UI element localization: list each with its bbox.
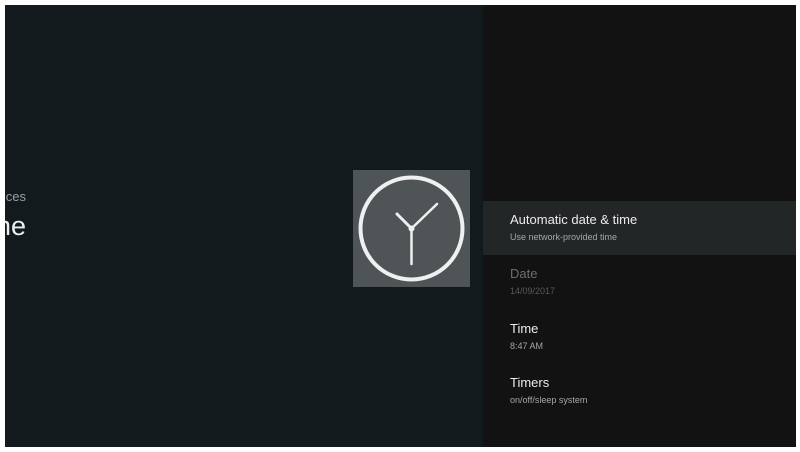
list-item-subtitle: 14/09/2017: [510, 286, 556, 296]
list-item-automatic-date-time[interactable]: Automatic date & time Use network-provid…: [483, 201, 796, 255]
list-item-timers[interactable]: Timers on/off/sleep system: [483, 364, 796, 418]
header-pane: Preferences Date & Time: [5, 5, 483, 447]
list-item-title: Automatic date & time: [510, 212, 638, 227]
list-item-subtitle: 8:47 AM: [510, 341, 544, 351]
tv-settings-screen: Preferences Date & Time Automatic date &…: [5, 5, 796, 447]
list-item-title: Date: [510, 266, 538, 281]
page-title: Date & Time: [5, 211, 26, 241]
breadcrumb: Preferences: [5, 189, 26, 204]
list-item-subtitle: Use network-provided time: [510, 232, 618, 242]
list-item-title: Time: [510, 321, 539, 336]
list-item-subtitle: on/off/sleep system: [510, 395, 588, 405]
settings-list: Automatic date & time Use network-provid…: [483, 5, 796, 447]
list-item-title: Timers: [510, 375, 550, 390]
list-item-date[interactable]: Date 14/09/2017: [483, 255, 796, 309]
clock-icon-tile: [353, 170, 470, 287]
list-item-time[interactable]: Time 8:47 AM: [483, 310, 796, 364]
clock-icon: [358, 175, 465, 282]
